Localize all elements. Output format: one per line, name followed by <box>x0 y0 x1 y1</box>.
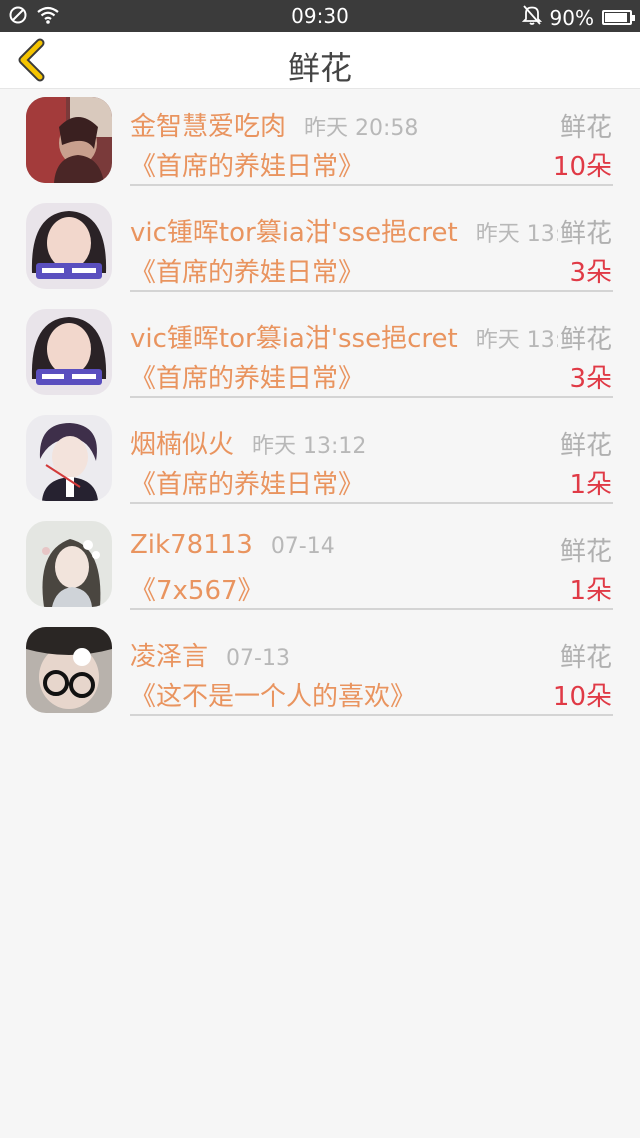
avatar[interactable] <box>26 309 112 395</box>
row-divider <box>130 184 613 186</box>
nav-bar: 鲜花 <box>0 32 640 89</box>
list-item[interactable]: Zik78113 07-14 鲜花 《7x567》 1朵 <box>0 514 640 620</box>
gift-type-label: 鲜花 <box>557 637 612 674</box>
row-divider <box>130 502 613 504</box>
page-title: 鲜花 <box>287 49 352 87</box>
gift-type-label: 鲜花 <box>557 319 612 356</box>
row-divider <box>130 714 613 716</box>
flower-record-list: 金智慧爱吃肉 昨天 20:58 鲜花 《首席的养娃日常》 10朵 vic锺晖tor… <box>0 90 640 726</box>
status-bar: 09:30 90% <box>0 0 640 32</box>
row-divider <box>130 608 613 610</box>
battery-level-fill <box>605 13 627 22</box>
status-right-icons: 90% <box>521 4 635 31</box>
book-title: 《首席的养娃日常》 <box>130 364 365 394</box>
sender-name: vic锺晖tor篡ia泔'sse挹cret 昨天 13:53 <box>130 324 591 354</box>
flower-count: 10朵 <box>552 682 612 712</box>
book-title: 《首席的养娃日常》 <box>130 152 365 182</box>
gift-type-label: 鲜花 <box>557 531 612 568</box>
sender-name: vic锺晖tor篡ia泔'sse挹cret 昨天 13:53 <box>130 218 591 248</box>
gift-type-label: 鲜花 <box>557 425 612 462</box>
flower-count: 3朵 <box>569 258 612 288</box>
avatar[interactable] <box>26 203 112 289</box>
flower-count: 3朵 <box>569 364 612 394</box>
flower-count: 1朵 <box>569 576 612 606</box>
flower-count: 1朵 <box>569 470 612 500</box>
book-title: 《首席的养娃日常》 <box>130 470 365 500</box>
avatar[interactable] <box>26 521 112 607</box>
list-item[interactable]: vic锺晖tor篡ia泔'sse挹cret 昨天 13:53 鲜花 《首席的养娃日… <box>0 196 640 302</box>
mute-bell-icon <box>521 4 542 31</box>
avatar[interactable] <box>26 97 112 183</box>
book-title: 《这不是一个人的喜欢》 <box>130 682 417 712</box>
gift-type-label: 鲜花 <box>557 107 612 144</box>
avatar[interactable] <box>26 627 112 713</box>
avatar[interactable] <box>26 415 112 501</box>
sent-time: 07-13 <box>226 646 290 671</box>
row-divider <box>130 396 613 398</box>
sent-time: 昨天 20:58 <box>304 116 419 141</box>
sent-time: 07-14 <box>270 534 335 559</box>
list-item[interactable]: vic锺晖tor篡ia泔'sse挹cret 昨天 13:53 鲜花 《首席的养娃日… <box>0 302 640 408</box>
list-item[interactable]: 金智慧爱吃肉 昨天 20:58 鲜花 《首席的养娃日常》 10朵 <box>0 90 640 196</box>
list-item[interactable]: 凌泽言 07-13 鲜花 《这不是一个人的喜欢》 10朵 <box>0 620 640 726</box>
list-item[interactable]: 烟楠似火 昨天 13:12 鲜花 《首席的养娃日常》 1朵 <box>0 408 640 514</box>
sender-name: Zik78113 07-14 <box>130 530 335 560</box>
gift-type-label: 鲜花 <box>557 213 612 250</box>
book-title: 《7x567》 <box>130 576 264 606</box>
flower-count: 10朵 <box>552 152 612 182</box>
book-title: 《首席的养娃日常》 <box>130 258 365 288</box>
sender-name: 凌泽言 07-13 <box>130 642 290 672</box>
battery-percent: 90% <box>549 5 594 30</box>
battery-icon <box>602 10 635 25</box>
sender-name: 烟楠似火 昨天 13:12 <box>130 430 367 460</box>
sender-name: 金智慧爱吃肉 昨天 20:58 <box>130 112 419 142</box>
sent-time: 昨天 13:12 <box>252 434 367 459</box>
row-divider <box>130 290 613 292</box>
